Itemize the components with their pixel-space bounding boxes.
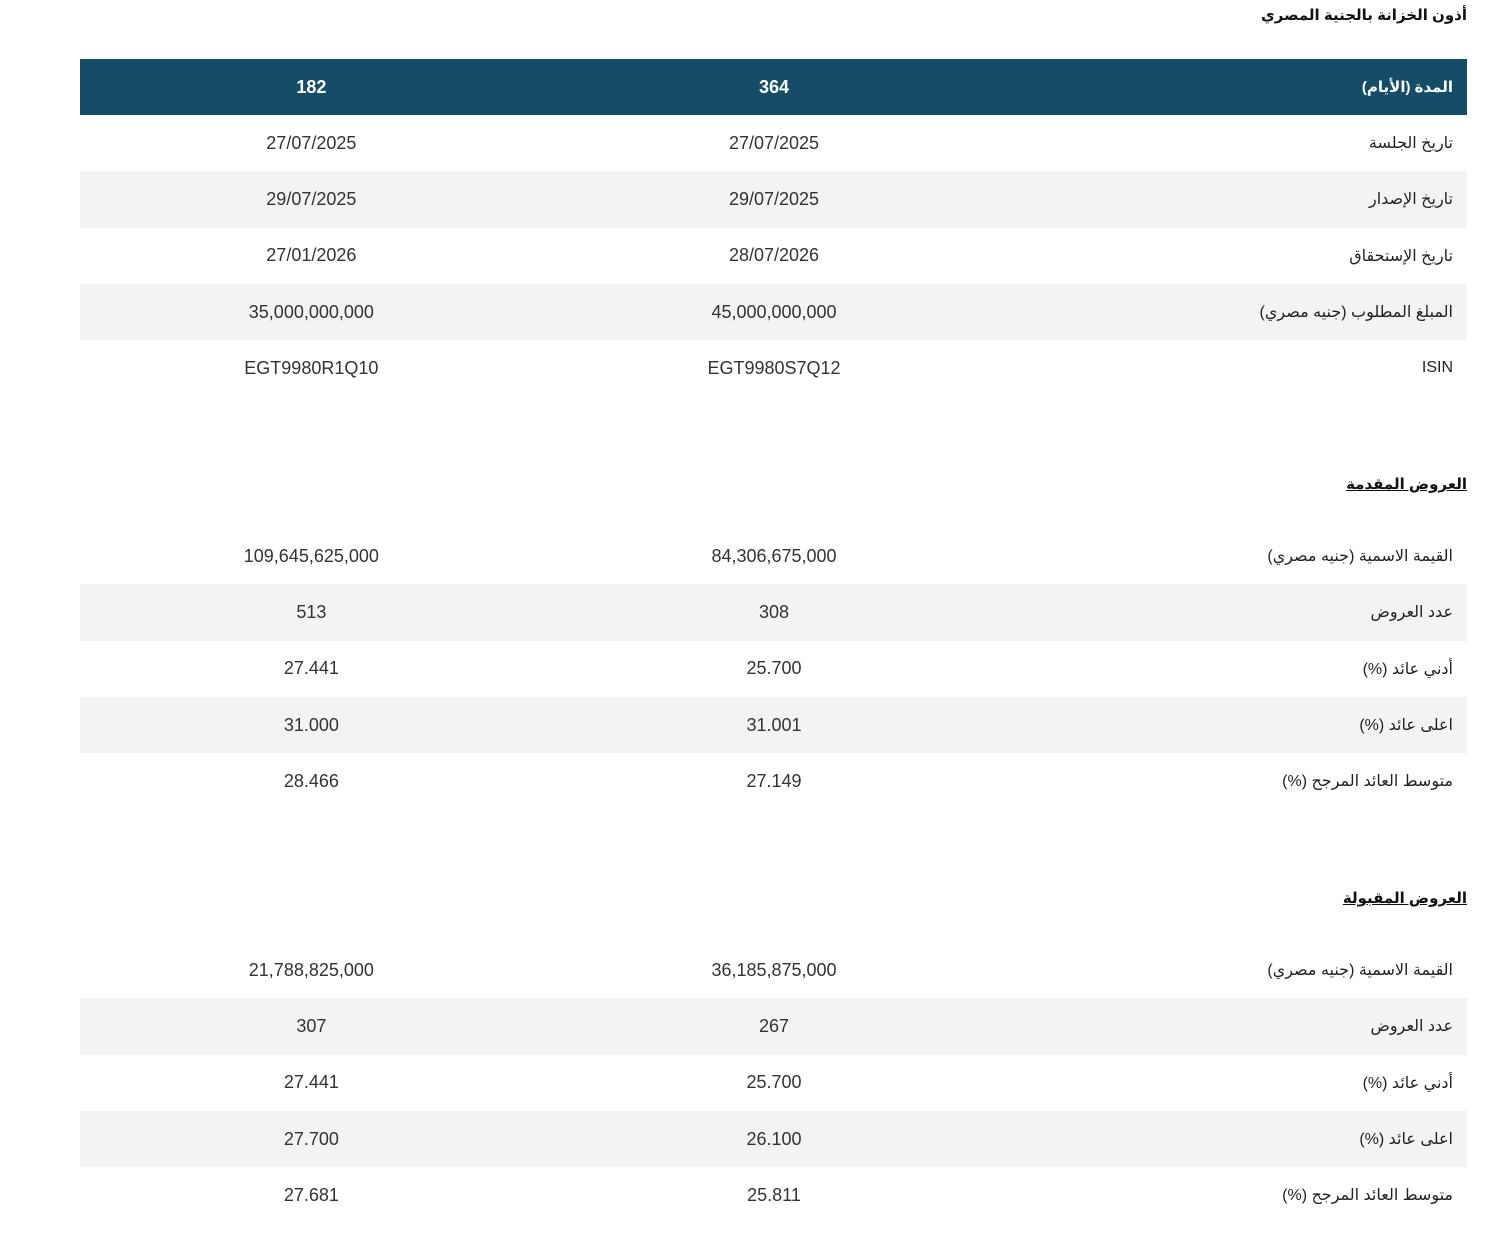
table-row: عدد العروض 308 513 — [80, 584, 1467, 641]
cell-value: 28.466 — [283, 770, 339, 791]
row-label: متوسط العائد المرجح (%) — [1282, 1187, 1453, 1205]
cell-value: 26.100 — [746, 1128, 802, 1149]
cell-value: 45,000,000,000 — [711, 301, 837, 322]
row-label: تاريخ الإستحقاق — [1349, 247, 1453, 265]
cell-value: 25.811 — [747, 1184, 801, 1205]
summary-table: المدة (الأيام) 364 182 تاريخ الجلسة 27/0… — [80, 59, 1467, 397]
table-row: متوسط العائد المرجح (%) 25.811 27.681 — [80, 1167, 1467, 1224]
row-label: تاريخ الإصدار — [1368, 191, 1453, 209]
cell-value: 28/07/2026 — [728, 245, 820, 266]
row-label: القيمة الاسمية (جنيه مصري) — [1267, 548, 1453, 566]
page-title: أذون الخزانة بالجنية المصري — [1261, 7, 1467, 24]
cell-value: 27.149 — [746, 770, 802, 791]
cell-value: 29/07/2025 — [266, 188, 357, 209]
header-label-duration: المدة (الأيام) — [1361, 79, 1453, 96]
cell-value: 308 — [758, 601, 790, 622]
table-row: تاريخ الإستحقاق 28/07/2026 27/01/2026 — [80, 227, 1467, 284]
cell-value: 27.441 — [283, 1072, 339, 1093]
row-label: عدد العروض — [1370, 604, 1453, 622]
cell-value: 36,185,875,000 — [711, 959, 837, 980]
table-row: تاريخ الإصدار 29/07/2025 29/07/2025 — [80, 171, 1467, 228]
row-label: تاريخ الجلسة — [1368, 135, 1453, 153]
table-row: ISIN EGT9980S7Q12 EGT9980R1Q10 — [80, 340, 1467, 397]
row-label: متوسط العائد المرجح (%) — [1282, 773, 1453, 791]
table-row: أدني عائد (%) 25.700 27.441 — [80, 1054, 1467, 1111]
cell-value: 109,645,625,000 — [243, 545, 379, 566]
table-row: القيمة الاسمية (جنيه مصري) 84,306,675,00… — [80, 528, 1467, 585]
header-col-182: 182 — [296, 76, 327, 97]
accepted-table: القيمة الاسمية (جنيه مصري) 36,185,875,00… — [80, 942, 1467, 1224]
cell-value: 31.000 — [283, 714, 339, 735]
cell-value: EGT9980S7Q12 — [707, 357, 841, 378]
table-row: متوسط العائد المرجح (%) 27.149 28.466 — [80, 753, 1467, 810]
cell-value: 31.001 — [746, 714, 802, 735]
row-label: أدني عائد (%) — [1362, 660, 1453, 678]
cell-value: EGT9980R1Q10 — [244, 357, 379, 378]
cell-value: 27/07/2025 — [728, 132, 820, 153]
table-row: المبلغ المطلوب (جنيه مصري) 45,000,000,00… — [80, 283, 1467, 341]
cell-value: 307 — [296, 1015, 327, 1036]
table-row: القيمة الاسمية (جنيه مصري) 36,185,875,00… — [80, 942, 1467, 999]
table-row: تاريخ الجلسة 27/07/2025 27/07/2025 — [80, 115, 1467, 172]
cell-value: 27/07/2025 — [266, 132, 357, 153]
table-row: عدد العروض 267 307 — [80, 998, 1467, 1055]
cell-value: 513 — [296, 601, 327, 622]
cell-value: 27.681 — [283, 1184, 339, 1205]
table-row: أدني عائد (%) 25.700 27.441 — [80, 640, 1467, 697]
row-label: ISIN — [1421, 359, 1453, 377]
cell-value: 21,788,825,000 — [248, 959, 374, 980]
row-label: أدني عائد (%) — [1362, 1074, 1453, 1092]
row-label: اعلى عائد (%) — [1359, 1131, 1453, 1149]
row-label: اعلى عائد (%) — [1359, 717, 1453, 735]
row-label: عدد العروض — [1370, 1018, 1453, 1036]
cell-value: 27/01/2026 — [266, 245, 357, 266]
cell-value: 35,000,000,000 — [248, 301, 374, 322]
table-row: اعلى عائد (%) 31.001 31.000 — [80, 696, 1467, 754]
cell-value: 27.700 — [283, 1128, 339, 1149]
offered-table: القيمة الاسمية (جنيه مصري) 84,306,675,00… — [80, 528, 1467, 810]
row-label: القيمة الاسمية (جنيه مصري) — [1267, 962, 1453, 980]
section-title-accepted: العروض المقبولة — [1342, 890, 1467, 907]
cell-value: 25.700 — [746, 1072, 802, 1093]
table-row: اعلى عائد (%) 26.100 27.700 — [80, 1110, 1467, 1168]
cell-value: 25.700 — [746, 658, 802, 679]
cell-value: 84,306,675,000 — [711, 545, 837, 566]
row-label: المبلغ المطلوب (جنيه مصري) — [1259, 304, 1453, 322]
cell-value: 267 — [758, 1015, 790, 1036]
header-col-364: 364 — [758, 76, 790, 97]
section-title-offered: العروض المقدمة — [1346, 476, 1467, 493]
table-header-row: المدة (الأيام) 364 182 — [80, 59, 1467, 115]
cell-value: 27.441 — [283, 658, 339, 679]
cell-value: 29/07/2025 — [728, 188, 820, 209]
